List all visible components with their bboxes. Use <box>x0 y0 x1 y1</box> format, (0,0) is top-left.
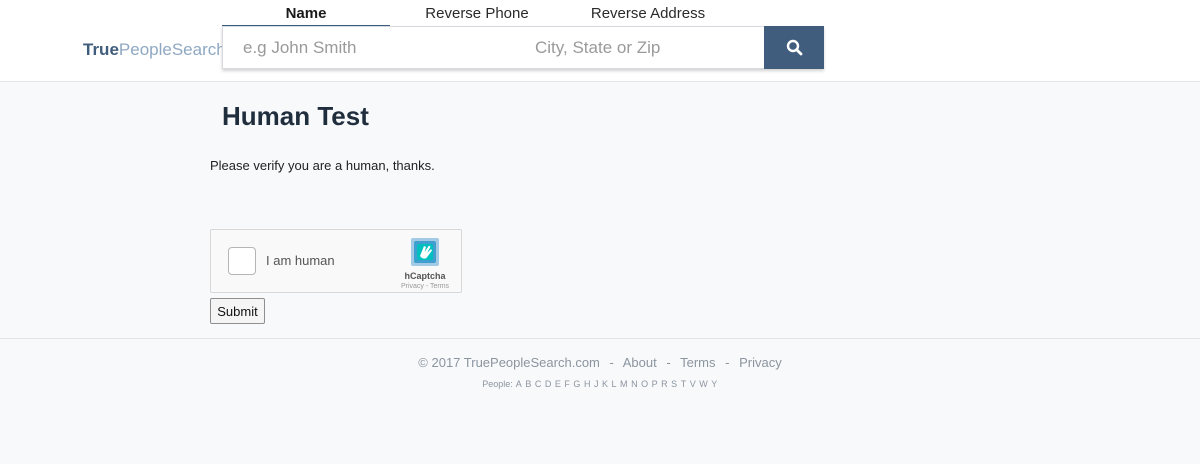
people-letter-link[interactable]: H <box>584 379 591 389</box>
people-letter-link[interactable]: M <box>620 379 628 389</box>
people-letter-link[interactable]: L <box>612 379 617 389</box>
verify-message: Please verify you are a human, thanks. <box>210 158 435 173</box>
footer-terms-link[interactable]: Terms <box>680 355 715 370</box>
people-letter-link[interactable]: W <box>699 379 708 389</box>
footer-divider <box>0 338 1200 339</box>
people-letter-link[interactable]: K <box>602 379 608 389</box>
footer-links: © 2017 TruePeopleSearch.com - About - Te… <box>0 355 1200 371</box>
footer-privacy-link[interactable]: Privacy <box>739 355 782 370</box>
name-search-input[interactable] <box>243 27 523 68</box>
people-letter-link[interactable]: J <box>594 379 599 389</box>
people-letter-link[interactable]: P <box>652 379 658 389</box>
people-letter-link[interactable]: T <box>681 379 687 389</box>
footer-separator: - <box>609 355 614 370</box>
people-letter-link[interactable]: V <box>690 379 696 389</box>
people-letter-link[interactable]: G <box>573 379 580 389</box>
search-bar <box>222 26 824 69</box>
site-header: TruePeopleSearch Name Reverse Phone Reve… <box>0 0 1200 82</box>
tab-reverse-phone[interactable]: Reverse Phone <box>412 5 542 27</box>
people-letter-link[interactable]: R <box>661 379 668 389</box>
submit-button[interactable]: Submit <box>210 298 265 324</box>
people-letter-link[interactable]: C <box>535 379 542 389</box>
people-label: People: <box>482 379 513 389</box>
hcaptcha-logo-icon <box>411 238 439 266</box>
people-letter-link[interactable]: B <box>525 379 531 389</box>
location-search-input[interactable] <box>535 27 755 68</box>
people-letter-link[interactable]: N <box>631 379 638 389</box>
captcha-checkbox[interactable] <box>228 247 256 275</box>
people-letter-link[interactable]: O <box>641 379 648 389</box>
hcaptcha-links: Privacy - Terms <box>391 282 459 291</box>
footer-copyright: © 2017 TruePeopleSearch.com <box>418 355 600 370</box>
search-button[interactable] <box>764 26 824 69</box>
logo-true-text: True <box>83 40 119 59</box>
people-letter-link[interactable]: D <box>545 379 552 389</box>
footer-about-link[interactable]: About <box>623 355 657 370</box>
people-letter-link[interactable]: A <box>516 379 522 389</box>
hcaptcha-widget: I am human hCaptcha Privacy - Terms <box>210 229 462 293</box>
logo-people-search-text: PeopleSearch <box>118 40 226 59</box>
hcaptcha-terms-link[interactable]: Terms <box>430 283 449 290</box>
footer-separator: - <box>725 355 730 370</box>
search-icon <box>786 39 802 56</box>
people-letter-link[interactable]: E <box>555 379 561 389</box>
tab-name[interactable]: Name <box>222 5 390 27</box>
captcha-label: I am human <box>266 253 335 268</box>
footer-separator: - <box>666 355 671 370</box>
page-title: Human Test <box>222 101 369 131</box>
hcaptcha-brand: hCaptcha <box>404 271 446 281</box>
tab-reverse-address[interactable]: Reverse Address <box>584 5 712 27</box>
hcaptcha-privacy-link[interactable]: Privacy <box>401 283 424 290</box>
people-alphabet-index: People: A B C D E F G H J K L M N O P R … <box>0 378 1200 390</box>
alphabet-letters: A B C D E F G H J K L M N O P R S T V W … <box>515 379 717 389</box>
people-letter-link[interactable]: S <box>671 379 677 389</box>
people-letter-link[interactable]: Y <box>711 379 717 389</box>
people-letter-link[interactable]: F <box>564 379 570 389</box>
site-logo[interactable]: TruePeopleSearch <box>83 40 226 60</box>
